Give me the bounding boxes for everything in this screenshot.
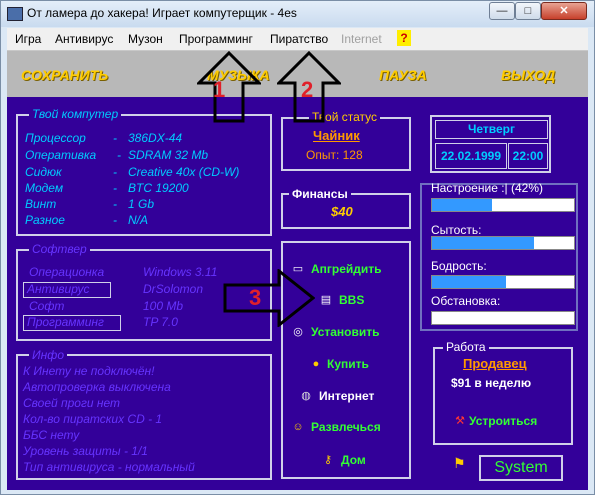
info-line: К Инету не подключён! bbox=[23, 364, 155, 378]
status-rank-link[interactable]: Чайник bbox=[313, 128, 360, 143]
os-label: Операционка bbox=[29, 265, 105, 279]
annotation-2: 2 bbox=[301, 77, 314, 102]
system-icon: ⚑ bbox=[453, 455, 466, 471]
system-button[interactable]: System bbox=[479, 455, 563, 481]
finance-panel-title: Финансы bbox=[289, 187, 351, 201]
modem-value: BTC 19200 bbox=[128, 181, 189, 195]
soft-label: Софт bbox=[29, 299, 65, 313]
save-button[interactable]: СОХРАНИТЬ bbox=[21, 67, 108, 83]
install-button[interactable]: Установить bbox=[311, 325, 380, 339]
cpu-label: Процессор bbox=[25, 131, 86, 145]
annotation-1: 1 bbox=[213, 77, 226, 102]
time-value: 22:00 bbox=[508, 143, 548, 169]
energy-label: Бодрость: bbox=[431, 259, 487, 273]
annotation-arrow-1 bbox=[197, 51, 261, 123]
ram-label: Оперативка bbox=[25, 148, 97, 162]
exit-button[interactable]: ВЫХОД bbox=[501, 67, 555, 83]
buy-button[interactable]: Купить bbox=[327, 357, 369, 371]
cd-label: Сидюк bbox=[25, 165, 62, 179]
help-icon[interactable]: ? bbox=[397, 30, 411, 46]
environment-bar bbox=[431, 311, 575, 325]
programming-value: TP 7.0 bbox=[143, 315, 178, 329]
money-icon: ● bbox=[312, 358, 320, 370]
annotation-arrow-3 bbox=[223, 269, 315, 327]
menu-piracy[interactable]: Пиратство bbox=[270, 32, 328, 46]
bbs-button[interactable]: BBS bbox=[339, 293, 364, 307]
menu-game[interactable]: Игра bbox=[15, 32, 41, 46]
computer-panel-title: Твой компутер bbox=[29, 107, 122, 121]
antivirus-label: Антивирус bbox=[27, 282, 90, 296]
internet-button[interactable]: Интернет bbox=[319, 389, 374, 403]
menu-internet: Internet bbox=[341, 32, 382, 46]
pause-button[interactable]: ПАУЗА bbox=[379, 67, 427, 83]
key-icon: ⚷ bbox=[323, 454, 333, 466]
menu-music[interactable]: Музон bbox=[128, 32, 163, 46]
status-experience: Опыт: 128 bbox=[306, 148, 363, 162]
programming-label: Программинг bbox=[27, 315, 104, 329]
soft-value: 100 Mb bbox=[143, 299, 184, 313]
os-value: Windows 3.11 bbox=[143, 265, 218, 279]
finance-amount: $40 bbox=[331, 204, 353, 219]
info-line: Тип антивируса - нормальный bbox=[23, 460, 195, 474]
energy-bar-fill bbox=[432, 276, 506, 288]
title-bar: От ламера до хакера! Играет компутерщик … bbox=[1, 1, 594, 27]
job-salary: $91 в неделю bbox=[451, 376, 532, 390]
info-line: Своей проги нет bbox=[23, 396, 121, 410]
mood-bar bbox=[431, 198, 575, 212]
misc-value: N/A bbox=[128, 213, 149, 227]
minimize-button[interactable]: — bbox=[489, 2, 515, 20]
apply-button[interactable]: Устроиться bbox=[469, 414, 537, 428]
internet-icon: ◍ bbox=[301, 390, 311, 402]
maximize-button[interactable]: □ bbox=[515, 2, 541, 20]
info-line: Уровень защиты - 1/1 bbox=[23, 444, 148, 458]
weekday: Четверг bbox=[435, 120, 548, 139]
environment-label: Обстановка: bbox=[431, 294, 501, 308]
info-line: ББС нету bbox=[23, 428, 80, 442]
modem-label: Модем bbox=[25, 181, 64, 195]
misc-label: Разное bbox=[25, 213, 65, 227]
mood-bar-fill bbox=[432, 199, 492, 211]
bbs-icon: ▤ bbox=[320, 294, 332, 306]
menu-programming[interactable]: Программинг bbox=[179, 32, 253, 46]
menu-bar: Игра Антивирус Музон Программинг Пиратст… bbox=[7, 28, 588, 51]
satiety-bar bbox=[431, 236, 575, 250]
hdd-label: Винт bbox=[25, 197, 57, 211]
hammer-icon: ⚒ bbox=[455, 415, 465, 427]
upgrade-button[interactable]: Апгрейдить bbox=[311, 262, 382, 276]
home-button[interactable]: Дом bbox=[341, 453, 366, 467]
job-position-link[interactable]: Продавец bbox=[463, 356, 527, 371]
close-button[interactable]: ✕ bbox=[541, 2, 587, 20]
satiety-label: Сытость: bbox=[431, 223, 482, 237]
energy-bar bbox=[431, 275, 575, 289]
cd-icon: ◎ bbox=[293, 326, 303, 338]
job-panel-title: Работа bbox=[443, 340, 489, 354]
cpu-value: 386DX-44 bbox=[128, 131, 183, 145]
menu-antivirus[interactable]: Антивирус bbox=[55, 32, 113, 46]
software-panel-title: Софтвер bbox=[29, 242, 90, 256]
app-icon bbox=[7, 7, 23, 21]
info-line: Автопроверка выключена bbox=[23, 380, 171, 394]
antivirus-value: DrSolomon bbox=[143, 282, 204, 296]
info-line: Кол-во пиратских CD - 1 bbox=[23, 412, 163, 426]
info-panel-title: Инфо bbox=[29, 348, 68, 362]
mood-label: Настроение :| (42%) bbox=[431, 181, 543, 195]
ram-value: SDRAM 32 Mb bbox=[128, 148, 209, 162]
satiety-bar-fill bbox=[432, 237, 535, 249]
app-window: От ламера до хакера! Играет компутерщик … bbox=[0, 0, 595, 495]
hdd-value: 1 Gb bbox=[128, 197, 155, 211]
date-value: 22.02.1999 bbox=[435, 143, 507, 169]
window-title: От ламера до хакера! Играет компутерщик … bbox=[27, 6, 297, 20]
status-panel bbox=[281, 117, 411, 171]
fun-button[interactable]: Развлечься bbox=[311, 420, 381, 434]
smiley-icon: ☺ bbox=[292, 421, 304, 433]
cd-value: Creative 40x (CD-W) bbox=[128, 165, 240, 179]
annotation-3: 3 bbox=[249, 285, 262, 310]
